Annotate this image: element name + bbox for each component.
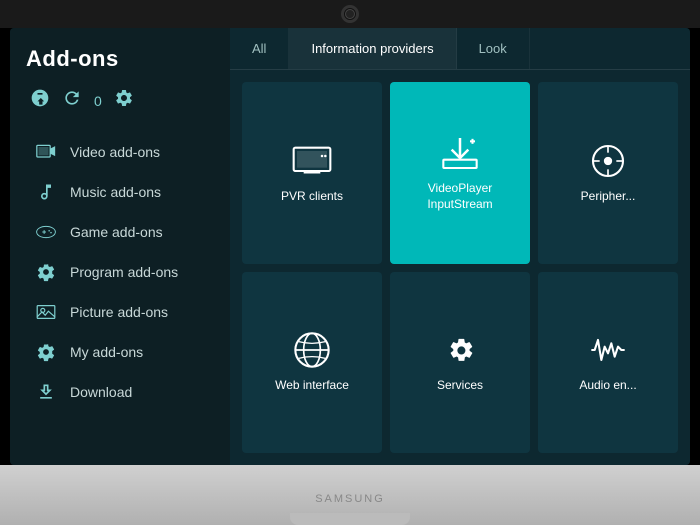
- tile-videoplayer[interactable]: VideoPlayer InputStream: [390, 82, 530, 264]
- tab-all[interactable]: All: [230, 28, 289, 69]
- tile-pvr-label: PVR clients: [281, 189, 343, 205]
- download-icon: [34, 380, 58, 404]
- sidebar-item-music-label: Music add-ons: [70, 184, 161, 200]
- toolbar-count: 0: [94, 93, 102, 109]
- pvr-icon: [292, 141, 332, 181]
- tile-services[interactable]: Services: [390, 272, 530, 454]
- sidebar-item-game[interactable]: Game add-ons: [26, 213, 214, 251]
- tab-look[interactable]: Look: [457, 28, 530, 69]
- addons-grid: PVR clients VideoPlayer InputStream: [230, 70, 690, 465]
- tile-peripherals[interactable]: Peripher...: [538, 82, 678, 264]
- install-icon[interactable]: [30, 88, 50, 113]
- sidebar-item-program[interactable]: Program add-ons: [26, 253, 214, 291]
- sidebar-item-my[interactable]: My add-ons: [26, 333, 214, 371]
- tabs-bar: All Information providers Look: [230, 28, 690, 70]
- sidebar-item-my-label: My add-ons: [70, 344, 143, 360]
- peripherals-icon: [588, 141, 628, 181]
- tab-info-providers[interactable]: Information providers: [289, 28, 456, 69]
- sidebar-item-game-label: Game add-ons: [70, 224, 163, 240]
- sidebar-item-program-label: Program add-ons: [70, 264, 178, 280]
- services-icon: [440, 330, 480, 370]
- settings-icon[interactable]: [114, 88, 134, 113]
- audio-icon: [588, 330, 628, 370]
- monitor-brand: SAMSUNG: [315, 493, 385, 505]
- tile-pvr[interactable]: PVR clients: [242, 82, 382, 264]
- sidebar-item-picture-label: Picture add-ons: [70, 304, 168, 320]
- tile-videoplayer-label: VideoPlayer InputStream: [398, 181, 522, 212]
- camera-bar: [0, 0, 700, 28]
- sidebar: Add-ons 0: [10, 28, 230, 465]
- sidebar-item-download-label: Download: [70, 384, 132, 400]
- tile-services-label: Services: [437, 378, 483, 394]
- sidebar-menu: Video add-ons Music add-ons: [26, 133, 214, 411]
- sidebar-toolbar: 0: [26, 88, 214, 113]
- tile-web-interface[interactable]: Web interface: [242, 272, 382, 454]
- picture-icon: [34, 300, 58, 324]
- refresh-icon[interactable]: [62, 88, 82, 113]
- music-icon: [34, 180, 58, 204]
- tile-peripherals-label: Peripher...: [581, 189, 636, 205]
- sidebar-item-video-label: Video add-ons: [70, 144, 160, 160]
- screen: Add-ons 0: [10, 28, 690, 465]
- monitor-base: [290, 513, 410, 525]
- sidebar-item-video[interactable]: Video add-ons: [26, 133, 214, 171]
- sidebar-item-download[interactable]: Download: [26, 373, 214, 411]
- videoplayer-icon: [440, 133, 480, 173]
- tile-web-interface-label: Web interface: [275, 378, 349, 394]
- sidebar-item-music[interactable]: Music add-ons: [26, 173, 214, 211]
- tile-audio-encoder[interactable]: Audio en...: [538, 272, 678, 454]
- main-content: All Information providers Look: [230, 28, 690, 465]
- sidebar-item-picture[interactable]: Picture add-ons: [26, 293, 214, 331]
- program-icon: [34, 260, 58, 284]
- web-icon: [292, 330, 332, 370]
- game-icon: [34, 220, 58, 244]
- monitor-bottom: SAMSUNG: [0, 465, 700, 525]
- tile-audio-encoder-label: Audio en...: [579, 378, 636, 394]
- camera-lens: [341, 5, 359, 23]
- my-addons-icon: [34, 340, 58, 364]
- video-icon: [34, 140, 58, 164]
- sidebar-title: Add-ons: [26, 46, 214, 72]
